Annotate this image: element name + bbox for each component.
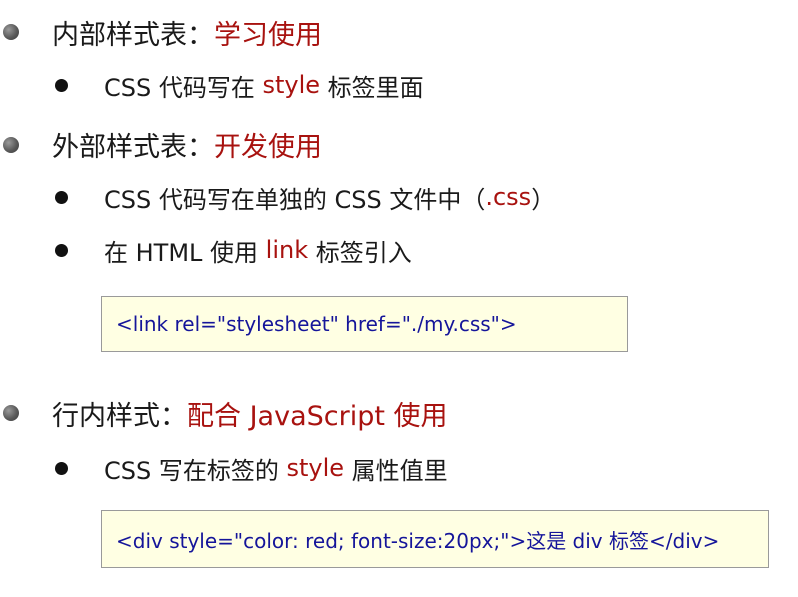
- item-post-text: 标签引入: [308, 238, 412, 267]
- section-3-label: 行内样式：: [52, 400, 187, 432]
- section-2-highlight: 开发使用: [214, 131, 322, 163]
- section-2-heading: 外部样式表： 开发使用: [52, 126, 322, 163]
- section-2-item-2-bullet: [55, 244, 68, 257]
- item-pre-text: CSS 代码写在单独的 CSS 文件中（: [104, 185, 486, 214]
- item-keyword: .css: [485, 183, 532, 211]
- section-3-highlight: 配合 JavaScript 使用: [187, 400, 448, 432]
- section-3-item-1-bullet: [55, 462, 68, 475]
- code-example-link: <link rel="stylesheet" href="./my.css">: [101, 296, 628, 352]
- item-pre-text: CSS 代码写在: [104, 73, 263, 102]
- section-1-highlight: 学习使用: [214, 19, 322, 51]
- section-1-label: 内部样式表：: [52, 19, 214, 51]
- section-2-item-1: CSS 代码写在单独的 CSS 文件中（ .css）: [104, 181, 556, 214]
- item-pre-text: CSS 写在标签的: [104, 456, 287, 485]
- section-2-label: 外部样式表：: [52, 131, 214, 163]
- section-3-bullet: [3, 405, 19, 421]
- section-1-item-1-bullet: [55, 79, 68, 92]
- item-keyword: style: [262, 71, 321, 99]
- item-post-text: 属性值里: [344, 456, 448, 485]
- item-post-text: ）: [531, 185, 556, 214]
- section-1-bullet: [3, 24, 19, 40]
- item-pre-text: 在 HTML 使用: [104, 238, 266, 267]
- slide: 内部样式表： 学习使用 CSS 代码写在 style 标签里面 外部样式表： 开发使…: [0, 0, 798, 597]
- section-3-heading: 行内样式： 配合 JavaScript 使用: [52, 395, 448, 432]
- item-keyword: style: [286, 454, 345, 482]
- section-1-heading: 内部样式表： 学习使用: [52, 14, 322, 51]
- section-2-item-2: 在 HTML 使用 link 标签引入: [104, 234, 412, 267]
- item-post-text: 标签里面: [320, 73, 424, 102]
- item-keyword: link: [265, 236, 309, 264]
- code-text: <link rel="stylesheet" href="./my.css">: [116, 312, 517, 336]
- code-example-inline-style: <div style="color: red; font-size:20px;"…: [101, 510, 769, 568]
- section-1-item-1: CSS 代码写在 style 标签里面: [104, 69, 424, 102]
- section-2-item-1-bullet: [55, 191, 68, 204]
- section-2-bullet: [3, 137, 19, 153]
- code-text: <div style="color: red; font-size:20px;"…: [116, 528, 720, 553]
- section-3-item-1: CSS 写在标签的 style 属性值里: [104, 452, 448, 485]
